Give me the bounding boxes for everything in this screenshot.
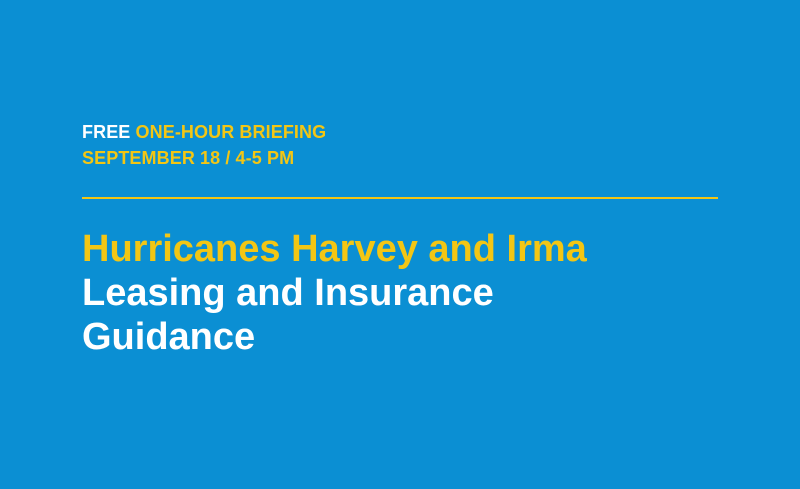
briefing-info: FREE ONE-HOUR BRIEFING SEPTEMBER 18 / 4-… <box>82 119 326 171</box>
briefing-type-line: FREE ONE-HOUR BRIEFING <box>82 119 326 145</box>
free-label: FREE <box>82 122 131 142</box>
headline: Hurricanes Harvey and Irma Leasing and I… <box>82 227 587 359</box>
briefing-date-time: SEPTEMBER 18 / 4-5 PM <box>82 148 295 168</box>
event-banner: FREE ONE-HOUR BRIEFING SEPTEMBER 18 / 4-… <box>0 0 800 489</box>
briefing-type-label: ONE-HOUR BRIEFING <box>135 122 327 142</box>
divider <box>82 197 718 199</box>
headline-line-2: Leasing and Insurance <box>82 272 494 314</box>
headline-line-3: Guidance <box>82 316 256 358</box>
headline-line-1: Hurricanes Harvey and Irma <box>82 228 587 270</box>
